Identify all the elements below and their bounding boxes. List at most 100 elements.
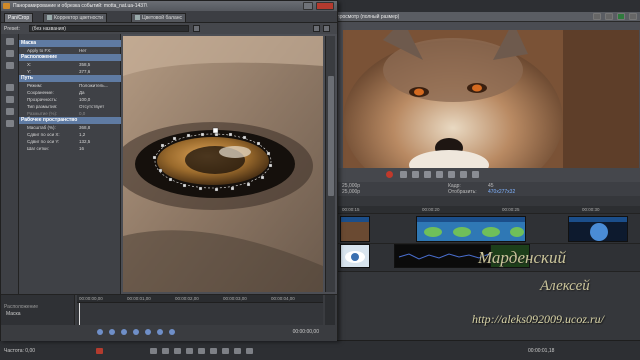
stop-icon[interactable] [198, 348, 205, 354]
prop-value: 132,5 [79, 139, 91, 144]
next-keyframe-icon[interactable] [133, 329, 139, 335]
workspace-scrollbar[interactable] [325, 36, 335, 292]
prop-row[interactable]: Шаг сетки: 16 [19, 145, 121, 152]
pause-icon[interactable] [186, 348, 193, 354]
prop-key: Шаг сетки: [27, 146, 49, 151]
timeline-clip[interactable] [340, 216, 370, 242]
keyframe-scrollbar[interactable] [325, 295, 335, 325]
video-preview-panel: просмотр (полный размер) [330, 12, 640, 180]
prop-row[interactable]: Y: 377,6 [19, 68, 121, 75]
status-bar: Частота: 0,00 00:00:01,18 [0, 340, 640, 360]
prop-row[interactable]: Сохранение: Да [19, 89, 121, 96]
lock-aspect-icon[interactable] [6, 96, 14, 103]
timeline-clip-world-map[interactable] [416, 216, 526, 242]
move-tool-icon[interactable] [6, 84, 14, 91]
pan-crop-dialog: Панорамирование и обрезка событий: motta… [0, 0, 338, 341]
keyframe-track[interactable] [77, 303, 323, 325]
tab-color-corrector[interactable]: Корректор цветности [43, 13, 107, 22]
prop-value: 1,2 [79, 132, 86, 137]
loop-icon[interactable] [400, 171, 407, 178]
keyframe-timeline: Расположение Маска 00:00:00,00 00:00:01,… [1, 294, 337, 341]
scrollbar-thumb[interactable] [328, 76, 334, 196]
go-end-icon[interactable] [222, 348, 229, 354]
mask-section-header[interactable]: Маска [19, 40, 121, 47]
watermark-url: http://aleks092009.ucoz.ru/ [472, 312, 604, 326]
save-preset-icon[interactable] [313, 25, 320, 32]
prop-key: Прозрачность: [27, 97, 58, 102]
prop-row[interactable]: Apply to FX: Нет [19, 47, 121, 54]
preview-close-button[interactable] [629, 13, 637, 20]
tab-pan-crop-label: Pan/Crop [8, 15, 30, 21]
video-track-1[interactable] [330, 214, 640, 244]
snap-grid-icon[interactable] [6, 120, 14, 127]
play-icon[interactable] [121, 329, 127, 335]
watermark-name: Марденский [478, 248, 566, 267]
preset-select[interactable]: (без названия) [29, 25, 189, 32]
mask-workspace[interactable] [121, 34, 337, 294]
workspace-section-header[interactable]: Рабочее пространство [19, 117, 121, 124]
stop-icon[interactable] [436, 171, 443, 178]
prop-row[interactable]: X: 358,5 [19, 61, 121, 68]
minimize-icon[interactable] [303, 2, 313, 10]
scale-center-icon[interactable] [6, 108, 14, 115]
preview-settings-button[interactable] [593, 13, 601, 20]
prev-keyframe-icon[interactable] [109, 329, 115, 335]
prop-row[interactable]: Сдвиг по оси Y: 132,5 [19, 138, 121, 145]
position-section-header[interactable]: Расположение [19, 54, 121, 61]
ruler-label: 00:00:02,00 [175, 296, 199, 301]
track-position-label[interactable]: Расположение [4, 304, 38, 310]
preset-row: Preset: (без названия) [1, 23, 337, 34]
zoom-tool-icon[interactable] [6, 62, 14, 69]
go-end-icon[interactable] [472, 171, 479, 178]
record-icon[interactable] [386, 171, 393, 178]
go-end-icon[interactable] [145, 329, 151, 335]
go-start-icon[interactable] [97, 329, 103, 335]
preview-copy-button[interactable] [605, 13, 613, 20]
play-from-start-icon[interactable] [174, 348, 181, 354]
close-icon[interactable] [316, 2, 334, 10]
track-mask-label[interactable]: Маска [6, 311, 21, 317]
preset-dropdown-icon[interactable] [193, 25, 200, 32]
prop-key: Режим: [27, 83, 43, 88]
anchor-tool-icon[interactable] [6, 50, 14, 57]
prop-value: Да [79, 90, 85, 95]
prev-frame-icon[interactable] [234, 348, 241, 354]
prop-key: Размытие (%): [27, 111, 58, 116]
wolf-preview-image [343, 30, 639, 178]
next-frame-icon[interactable] [246, 348, 253, 354]
prop-row[interactable]: Прозрачность: 100,0 [19, 96, 121, 103]
prop-row[interactable]: Режим: Положитель... [19, 82, 121, 89]
prop-value: Положитель... [79, 83, 109, 88]
normal-edit-tool-icon[interactable] [6, 38, 14, 45]
play-icon[interactable] [412, 171, 419, 178]
go-start-icon[interactable] [210, 348, 217, 354]
wolf-eye-closeup[interactable] [123, 36, 323, 292]
prev-frame-icon[interactable] [448, 171, 455, 178]
tab-color-balance[interactable]: Цветовой баланс [131, 13, 186, 22]
delete-keyframe-icon[interactable] [169, 329, 175, 335]
delete-preset-icon[interactable] [323, 25, 330, 32]
add-keyframe-icon[interactable] [157, 329, 163, 335]
loop-icon[interactable] [150, 348, 157, 354]
keyframe-playhead[interactable] [79, 303, 80, 325]
timeline-clip-planet[interactable] [568, 216, 628, 242]
timeline-clip-eye[interactable] [340, 244, 370, 268]
prop-row[interactable]: Тип размытия: Отсутствует [19, 103, 121, 110]
prop-row[interactable]: Сдвиг по оси X: 1,2 [19, 131, 121, 138]
prop-key: Тип размытия: [27, 104, 58, 109]
ruler-label: 00:00:00,00 [79, 296, 103, 301]
record-icon[interactable] [96, 348, 103, 354]
dialog-titlebar[interactable]: Панорамирование и обрезка событий: motta… [1, 1, 337, 11]
path-section-header[interactable]: Путь [19, 75, 121, 82]
prop-value: 0,0 [79, 111, 86, 116]
prop-value: 368,8 [79, 125, 91, 130]
next-frame-icon[interactable] [460, 171, 467, 178]
prop-row[interactable]: Масштаб (%): 368,8 [19, 124, 121, 131]
tab-pan-crop[interactable]: Pan/Crop [4, 13, 34, 22]
wolf-eye-graphic [123, 36, 323, 292]
preview-save-button[interactable] [617, 13, 625, 20]
prop-key: Apply to FX: [27, 48, 52, 53]
keyframe-ruler[interactable]: 00:00:00,00 00:00:01,00 00:00:02,00 00:0… [77, 295, 323, 303]
pause-icon[interactable] [424, 171, 431, 178]
play-icon[interactable] [162, 348, 169, 354]
